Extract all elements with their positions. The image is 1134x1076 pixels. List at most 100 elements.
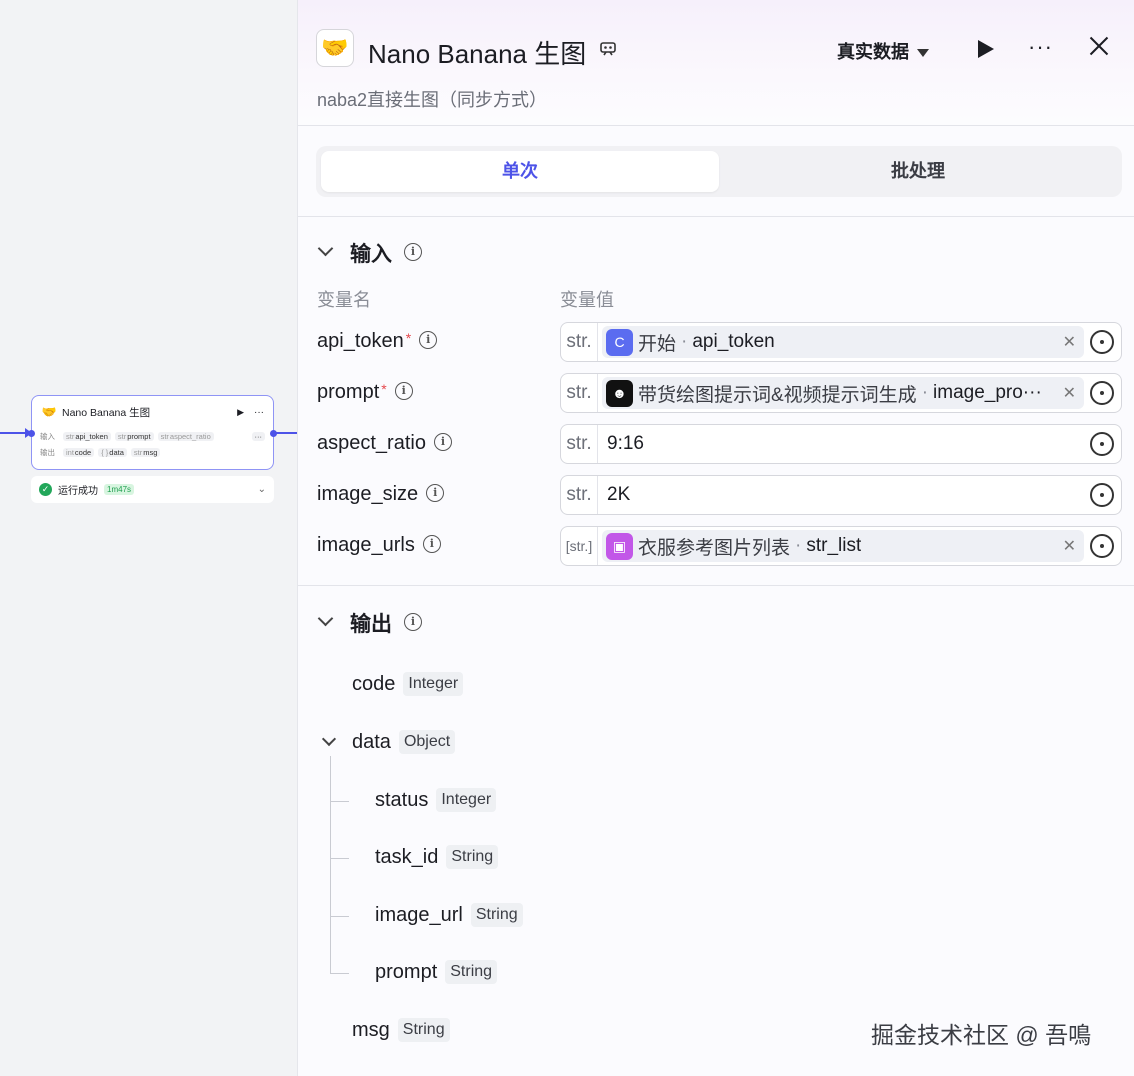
tree-branch (331, 916, 349, 917)
tree-branch (331, 973, 349, 974)
ref-source-node: 衣服参考图片列表 (638, 537, 791, 559)
variable-select-icon[interactable] (1090, 432, 1114, 456)
col-variable-name: 变量名 (317, 290, 371, 310)
type-label: str. (561, 323, 598, 361)
node-inputs-row: 输入 strapi_token strprompt straspect_rati… (32, 428, 273, 444)
info-icon[interactable]: i (422, 534, 441, 553)
output-name: code (352, 672, 396, 695)
output-field-status: status Integer (375, 788, 497, 812)
mode-tabs: 单次 批处理 (316, 146, 1122, 197)
box-icon: ▣ (606, 532, 633, 560)
param-value-field[interactable]: str. C 开始 · api_token ✕ (560, 322, 1122, 362)
param-value-field[interactable]: str. 9:16 (560, 424, 1122, 464)
variable-select-icon[interactable] (1090, 330, 1114, 354)
input-section-header[interactable]: 输入 i (298, 240, 1134, 266)
node-run-status[interactable]: ✓ 运行成功 1m47s ⌄ (31, 476, 274, 503)
output-section-header[interactable]: 输出 i (298, 610, 1134, 636)
watermark: 掘金技术社区 @ 吾鳴 (871, 1022, 1092, 1048)
node-more-inputs: ··· (251, 431, 265, 441)
param-value-field[interactable]: str. 2K (560, 475, 1122, 515)
output-name: msg (352, 1018, 390, 1041)
output-name: image_url (375, 903, 463, 926)
variable-reference-chip[interactable]: ☻ 带货绘图提示词&视频提示词生成 · image_pro··· ✕ (602, 377, 1084, 409)
clear-reference-icon[interactable]: ✕ (1057, 332, 1076, 352)
workflow-canvas[interactable]: 🤝 Nano Banana 生图 ▶ ··· 输入 strapi_token s… (0, 0, 297, 1076)
tree-line (330, 756, 331, 974)
info-icon[interactable]: i (419, 330, 438, 349)
clear-reference-icon[interactable]: ✕ (1057, 383, 1076, 403)
tab-single[interactable]: 单次 (321, 151, 719, 192)
variable-reference-chip[interactable]: C 开始 · api_token ✕ (602, 326, 1084, 358)
caret-down-icon (917, 49, 929, 58)
chevron-down-icon[interactable] (317, 610, 334, 627)
required-mark: * (405, 330, 412, 346)
input-section-title: 输入 (350, 243, 392, 266)
output-type-badge: String (397, 1018, 450, 1042)
output-type-badge: String (470, 903, 523, 927)
handshake-icon: 🤝 (41, 405, 57, 419)
type-label: str. (561, 476, 598, 514)
output-name: status (375, 788, 429, 811)
panel-title[interactable]: Nano Banana 生图 (368, 34, 586, 71)
run-status-text: 运行成功 (58, 486, 98, 497)
output-field-data: data Object (352, 730, 456, 754)
ref-variable: api_token (692, 331, 775, 352)
chevron-down-icon[interactable] (321, 731, 337, 747)
clear-reference-icon[interactable]: ✕ (1057, 536, 1076, 556)
mode-tabs-wrap: 单次 批处理 (298, 126, 1134, 217)
close-button[interactable] (1087, 34, 1111, 58)
output-field-msg: msg String (352, 1018, 450, 1042)
output-field-code: code Integer (352, 672, 464, 696)
info-icon[interactable]: i (426, 483, 445, 502)
node-run-icon[interactable]: ▶ (237, 407, 244, 418)
node-outputs-row: 输出 intcode { }data strmsg (32, 444, 273, 460)
run-button[interactable] (976, 39, 996, 59)
variable-select-icon[interactable] (1090, 381, 1114, 405)
node-output-tag: strmsg (130, 447, 161, 457)
tab-batch[interactable]: 批处理 (719, 151, 1117, 192)
node-input-tag: strprompt (114, 431, 154, 441)
incoming-edge (0, 428, 32, 438)
plugin-badge-icon (599, 40, 617, 63)
constant-value[interactable]: 9:16 (607, 433, 1084, 455)
panel-description[interactable]: naba2直接生图（同步方式） (317, 86, 547, 112)
constant-value[interactable]: 2K (607, 484, 1084, 506)
info-icon[interactable]: i (433, 432, 452, 451)
data-mode-dropdown[interactable]: 真实数据 (837, 38, 929, 64)
param-value-field[interactable]: [str.] ▣ 衣服参考图片列表 · str_list ✕ (560, 526, 1122, 566)
workflow-node-nano-banana[interactable]: 🤝 Nano Banana 生图 ▶ ··· 输入 strapi_token s… (28, 395, 277, 470)
col-variable-value: 变量值 (560, 290, 614, 310)
info-icon[interactable]: i (404, 613, 422, 631)
node-title: Nano Banana 生图 (62, 406, 151, 419)
input-row-image-urls: image_urls i [str.] ▣ 衣服参考图片列表 · str_list … (298, 526, 1134, 566)
check-circle-icon: ✓ (39, 483, 52, 496)
info-icon[interactable]: i (394, 381, 413, 400)
type-label: [str.] (561, 527, 598, 565)
start-node-icon: C (606, 328, 633, 356)
node-input-tag: straspect_ratio (157, 431, 214, 441)
panel-header: 🤝 Nano Banana 生图 naba2直接生图（同步方式） 真实数据 ··… (298, 0, 1134, 126)
output-section: 输出 i code Integer data Object status Int… (298, 610, 1134, 1042)
run-duration-badge: 1m47s (104, 484, 135, 495)
node-output-tag: intcode (63, 447, 95, 457)
ghost-avatar-icon: ☻ (606, 379, 633, 407)
outgoing-edge (276, 432, 297, 434)
ref-source-node: 带货绘图提示词&视频提示词生成 (638, 384, 917, 406)
param-name: api_token (317, 330, 404, 352)
input-row-image-size: image_size i str. 2K (298, 475, 1134, 515)
output-type-badge: String (446, 845, 499, 869)
more-options-button[interactable]: ··· (1028, 34, 1053, 60)
output-name: data (352, 730, 391, 753)
param-value-field[interactable]: str. ☻ 带货绘图提示词&视频提示词生成 · image_pro··· ✕ (560, 373, 1122, 413)
node-input-port[interactable] (28, 430, 35, 437)
variable-reference-chip[interactable]: ▣ 衣服参考图片列表 · str_list ✕ (602, 530, 1084, 562)
info-icon[interactable]: i (404, 243, 422, 261)
output-field-prompt: prompt String (375, 960, 498, 984)
chevron-down-icon[interactable] (317, 240, 334, 257)
node-more-icon[interactable]: ··· (254, 407, 264, 418)
handshake-icon: 🤝 (316, 29, 354, 67)
variable-select-icon[interactable] (1090, 534, 1114, 558)
variable-select-icon[interactable] (1090, 483, 1114, 507)
node-output-tag: { }data (98, 447, 127, 457)
chevron-down-icon[interactable]: ⌄ (258, 484, 266, 495)
